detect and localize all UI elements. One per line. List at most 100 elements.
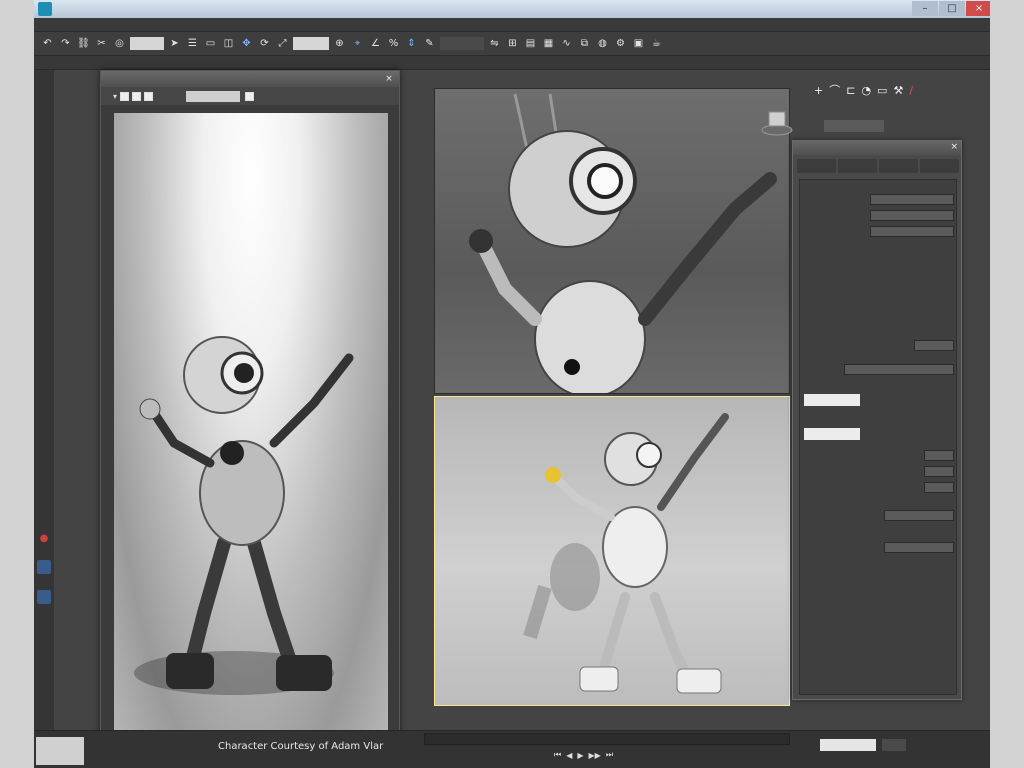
motion-icon[interactable]: ◔	[861, 84, 871, 97]
render-setup-tabs	[797, 159, 959, 173]
render-setup-panel: ×	[792, 140, 962, 700]
redo-icon[interactable]: ↷	[58, 36, 73, 51]
setting-field-12[interactable]	[884, 542, 954, 553]
setting-field-3[interactable]	[870, 226, 954, 237]
frame-field[interactable]	[820, 739, 876, 751]
robot-viewport-closeup	[469, 93, 777, 393]
setting-row-1	[804, 194, 954, 206]
spinner-snap-icon[interactable]: ⇕	[404, 36, 419, 51]
tab-advanced[interactable]	[920, 159, 959, 173]
selection-filter-field[interactable]	[130, 37, 164, 50]
setting-row-2	[804, 210, 954, 222]
render-window-close-icon[interactable]: ×	[383, 73, 395, 85]
mono-toggle[interactable]	[245, 91, 255, 101]
app-window: – □ × ↶ ↷ ⛓ ✂ ◎ ➤ ☰ ▭ ◫ ✥ ⟳ ⤢ ⊕ ⌖ ∠ % ⇕ …	[34, 0, 990, 768]
app-logo-icon[interactable]	[38, 2, 52, 16]
setting-field-2[interactable]	[870, 210, 954, 221]
previous-frame-icon[interactable]: ◀	[566, 751, 572, 760]
select-by-name-icon[interactable]: ☰	[185, 36, 200, 51]
rotate-icon[interactable]: ⟳	[257, 36, 272, 51]
schematic-icon[interactable]: ⧉	[577, 36, 592, 51]
record-icon[interactable]: ●	[37, 532, 51, 546]
viewport-top[interactable]	[434, 88, 790, 394]
render-channel-dropdown[interactable]	[186, 90, 241, 102]
rendered-image	[114, 113, 388, 733]
ribbon-icon[interactable]: ▦	[541, 36, 556, 51]
percent-snap-icon[interactable]: %	[386, 36, 401, 51]
mirror-icon[interactable]: ⇋	[487, 36, 502, 51]
setting-field-5[interactable]	[844, 364, 954, 375]
display-icon[interactable]: ▭	[877, 84, 887, 97]
maximize-button[interactable]: □	[939, 1, 965, 16]
modify-icon[interactable]: ⌒	[829, 82, 840, 98]
robot-render-illustration	[134, 336, 354, 695]
move-icon[interactable]: ✥	[239, 36, 254, 51]
curve-editor-icon[interactable]: ∿	[559, 36, 574, 51]
channel-blue-toggle[interactable]	[144, 91, 154, 101]
undo-icon[interactable]: ↶	[40, 36, 55, 51]
angle-snap-icon[interactable]: ∠	[368, 36, 383, 51]
pivot-icon[interactable]: ⊕	[332, 36, 347, 51]
pin-icon[interactable]: /	[909, 84, 913, 97]
render-frame-icon[interactable]: ▣	[631, 36, 646, 51]
layer-explorer-icon[interactable]	[37, 590, 51, 604]
maxscript-listener[interactable]	[36, 737, 84, 765]
command-panel-tabs: + ⌒ ⊏ ◔ ▭ ⚒ /	[810, 78, 980, 102]
setting-button-6[interactable]	[804, 394, 860, 406]
snap-icon[interactable]: ⌖	[350, 36, 365, 51]
left-strip: ●	[34, 70, 54, 730]
setting-field-11[interactable]	[884, 510, 954, 521]
tab-common[interactable]	[797, 159, 836, 173]
image-caption: Character Courtesy of Adam Vlar	[218, 741, 384, 752]
utilities-icon[interactable]: ⚒	[893, 84, 903, 97]
next-frame-icon[interactable]: ▶▶	[589, 751, 601, 760]
setting-row-4	[804, 340, 954, 352]
command-panel-field[interactable]	[824, 120, 884, 132]
scene-explorer-icon[interactable]	[37, 560, 51, 574]
setting-field-10[interactable]	[924, 482, 954, 493]
bind-icon[interactable]: ◎	[112, 36, 127, 51]
render-icon[interactable]: ☕	[649, 36, 664, 51]
hierarchy-icon[interactable]: ⊏	[846, 84, 855, 97]
render-setup-icon[interactable]: ⚙	[613, 36, 628, 51]
select-icon[interactable]: ➤	[167, 36, 182, 51]
tab-render-elements[interactable]	[879, 159, 918, 173]
rect-select-icon[interactable]: ▭	[203, 36, 218, 51]
play-icon[interactable]: ▶	[577, 751, 583, 760]
align-icon[interactable]: ⊞	[505, 36, 520, 51]
tab-renderer[interactable]	[838, 159, 877, 173]
setting-field-9[interactable]	[924, 466, 954, 477]
time-slider[interactable]	[424, 733, 790, 745]
status-bar: Character Courtesy of Adam Vlar ⏮ ◀ ▶ ▶▶…	[34, 730, 990, 768]
setting-row-7	[804, 428, 954, 440]
minimize-button[interactable]: –	[912, 1, 938, 16]
scale-icon[interactable]: ⤢	[275, 36, 290, 51]
unlink-icon[interactable]: ✂	[94, 36, 109, 51]
channel-red-toggle[interactable]	[120, 91, 130, 101]
key-mode-field[interactable]	[882, 739, 906, 751]
named-selection-field[interactable]	[440, 37, 484, 50]
layer-icon[interactable]: ▤	[523, 36, 538, 51]
setting-field-1[interactable]	[870, 194, 954, 205]
setting-row-9	[804, 466, 954, 478]
viewcube-icon[interactable]	[760, 108, 794, 136]
goto-end-icon[interactable]: ⏭	[606, 750, 613, 760]
setting-row-8	[804, 450, 954, 462]
setting-field-8[interactable]	[924, 450, 954, 461]
close-button[interactable]: ×	[966, 1, 990, 16]
render-window-title	[101, 71, 399, 87]
setting-field-4[interactable]	[914, 340, 954, 351]
link-icon[interactable]: ⛓	[76, 36, 91, 51]
setting-button-7[interactable]	[804, 428, 860, 440]
viewport-perspective[interactable]	[434, 396, 790, 706]
material-editor-icon[interactable]: ◍	[595, 36, 610, 51]
setting-row-5	[804, 364, 954, 376]
render-setup-close-icon[interactable]: ×	[950, 142, 958, 152]
channel-green-toggle[interactable]	[132, 91, 142, 101]
goto-start-icon[interactable]: ⏮	[554, 750, 561, 760]
window-crossing-icon[interactable]: ◫	[221, 36, 236, 51]
reference-coordinate-field[interactable]	[293, 37, 329, 50]
edit-named-selection-icon[interactable]: ✎	[422, 36, 437, 51]
save-image-icon[interactable]: ▾	[113, 92, 117, 101]
create-icon[interactable]: +	[814, 84, 823, 97]
